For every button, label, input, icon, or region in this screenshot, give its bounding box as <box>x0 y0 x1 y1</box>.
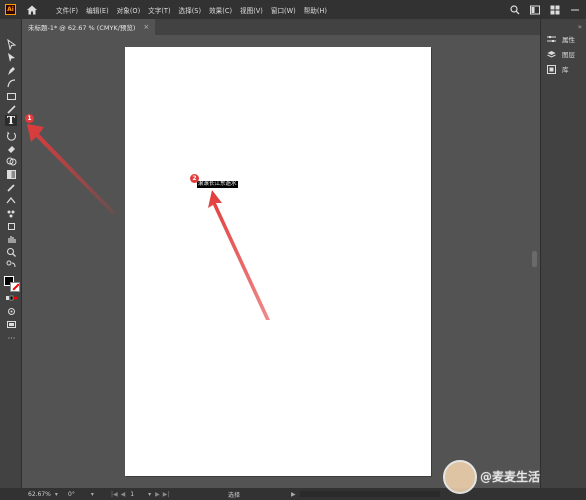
shape-builder-tool-icon[interactable] <box>6 156 17 167</box>
eraser-tool-icon[interactable] <box>6 143 17 154</box>
direct-selection-tool-icon[interactable] <box>6 52 17 63</box>
properties-icon <box>547 35 556 42</box>
menubar-right <box>510 0 580 19</box>
document-tab-bar: 未标题-1* @ 62.67 % (CMYK/预览) × <box>22 19 540 35</box>
artboard[interactable] <box>125 47 431 476</box>
last-artboard-icon[interactable]: ▶| <box>163 491 170 498</box>
chevron-down-icon[interactable]: ▾ <box>91 491 94 498</box>
menu-object[interactable]: 对象(O) <box>113 5 145 15</box>
menu-help[interactable]: 帮助(H) <box>300 5 331 15</box>
arrange-documents-icon[interactable] <box>530 5 540 15</box>
next-artboard-icon[interactable]: ▶ <box>155 491 160 498</box>
zoom-field[interactable]: 62.67% ▾ <box>28 490 58 498</box>
status-menu-arrow-icon[interactable]: ▶ <box>291 490 296 498</box>
rotate-tool-icon[interactable] <box>6 130 17 141</box>
type-tool-icon[interactable]: T <box>5 115 17 126</box>
artboard-tool-icon[interactable] <box>6 221 17 232</box>
menu-view[interactable]: 视图(V) <box>236 5 267 15</box>
chevron-down-icon[interactable]: ▾ <box>55 491 58 498</box>
menu-file[interactable]: 文件(F) <box>52 5 82 15</box>
scrollbar-thumb[interactable] <box>532 251 537 267</box>
artboard-navigator[interactable]: |◀ ◀ 1 ▾ ▶ ▶| <box>111 490 169 498</box>
status-bar: 62.67% ▾ 0° ▾ |◀ ◀ 1 ▾ ▶ ▶| 选择 ▶ <box>0 488 586 500</box>
chevron-down-icon[interactable]: ▾ <box>148 491 151 498</box>
panel-collapse-icon[interactable]: » <box>578 23 582 31</box>
watermark-avatar <box>443 460 477 494</box>
menu-type[interactable]: 文字(T) <box>144 5 174 15</box>
annotation-badge-2: 2 <box>190 174 199 183</box>
home-icon[interactable] <box>26 4 38 16</box>
draw-mode-icon[interactable] <box>6 306 17 317</box>
panel-properties-label: 属性 <box>562 36 575 44</box>
first-artboard-icon[interactable]: |◀ <box>111 491 118 498</box>
artboard-number: 1 <box>130 490 135 498</box>
workspace-switcher-icon[interactable] <box>550 5 560 15</box>
more-tools-icon[interactable]: ··· <box>6 333 17 344</box>
rectangle-tool-icon[interactable] <box>6 91 17 102</box>
horizontal-scrollbar[interactable] <box>300 491 440 497</box>
status-mode: 选择 <box>228 491 241 499</box>
color-mode-icons[interactable] <box>6 293 17 304</box>
gradient-tool-icon[interactable] <box>6 169 17 180</box>
panel-libraries-label: 库 <box>562 66 569 74</box>
screen-mode-icon[interactable] <box>6 319 17 330</box>
menu-select[interactable]: 选择(S) <box>175 5 206 15</box>
minimize-icon[interactable] <box>570 5 580 15</box>
arrow-to-type-tool <box>27 124 115 214</box>
app-logo: Ai <box>5 4 16 15</box>
selected-text-frame[interactable]: 滚滚长江东逝水 <box>197 181 238 188</box>
close-icon[interactable]: × <box>143 23 149 31</box>
previous-artboard-icon[interactable]: ◀ <box>121 491 126 498</box>
hand-tool-icon[interactable] <box>6 234 17 245</box>
right-panel-dock: » 属性 图层 库 <box>540 19 586 488</box>
menu-edit[interactable]: 编辑(E) <box>82 5 113 15</box>
search-icon[interactable] <box>510 4 520 15</box>
panel-layers[interactable]: 图层 <box>547 48 575 60</box>
menu-window[interactable]: 窗口(W) <box>267 5 300 15</box>
panel-properties[interactable]: 属性 <box>547 33 575 45</box>
document-tab-title: 未标题-1* @ 62.67 % (CMYK/预览) <box>28 24 136 32</box>
zoom-tool-icon[interactable] <box>6 247 17 258</box>
menu-list: 文件(F) 编辑(E) 对象(O) 文字(T) 选择(S) 效果(C) 视图(V… <box>52 5 331 15</box>
rotation-field[interactable]: 0° ▾ <box>68 490 94 498</box>
pen-tool-icon[interactable] <box>6 65 17 76</box>
symbol-sprayer-tool-icon[interactable] <box>6 208 17 219</box>
layers-icon <box>547 50 556 58</box>
annotation-badge-1: 1 <box>25 114 34 123</box>
eyedropper-tool-icon[interactable] <box>6 182 17 193</box>
tools-panel: T ··· <box>0 19 22 488</box>
panel-layers-label: 图层 <box>562 51 575 59</box>
rotation-value: 0° <box>68 490 75 498</box>
vertical-scrollbar[interactable] <box>530 35 540 488</box>
watermark-text: @麦麦生活 <box>480 470 541 484</box>
zoom-value: 62.67% <box>28 490 51 498</box>
curvature-tool-icon[interactable] <box>6 78 17 89</box>
document-tab[interactable]: 未标题-1* @ 62.67 % (CMYK/预览) × <box>22 19 156 35</box>
menu-effect[interactable]: 效果(C) <box>205 5 236 15</box>
libraries-icon <box>547 64 556 74</box>
blend-tool-icon[interactable] <box>6 195 17 206</box>
panel-libraries[interactable]: 库 <box>547 63 569 75</box>
swap-colors-icon[interactable] <box>6 260 17 271</box>
selection-tool-icon[interactable] <box>6 39 17 50</box>
menu-bar: Ai 文件(F) 编辑(E) 对象(O) 文字(T) 选择(S) 效果(C) 视… <box>0 0 586 19</box>
stroke-color-swatch[interactable] <box>10 282 20 292</box>
